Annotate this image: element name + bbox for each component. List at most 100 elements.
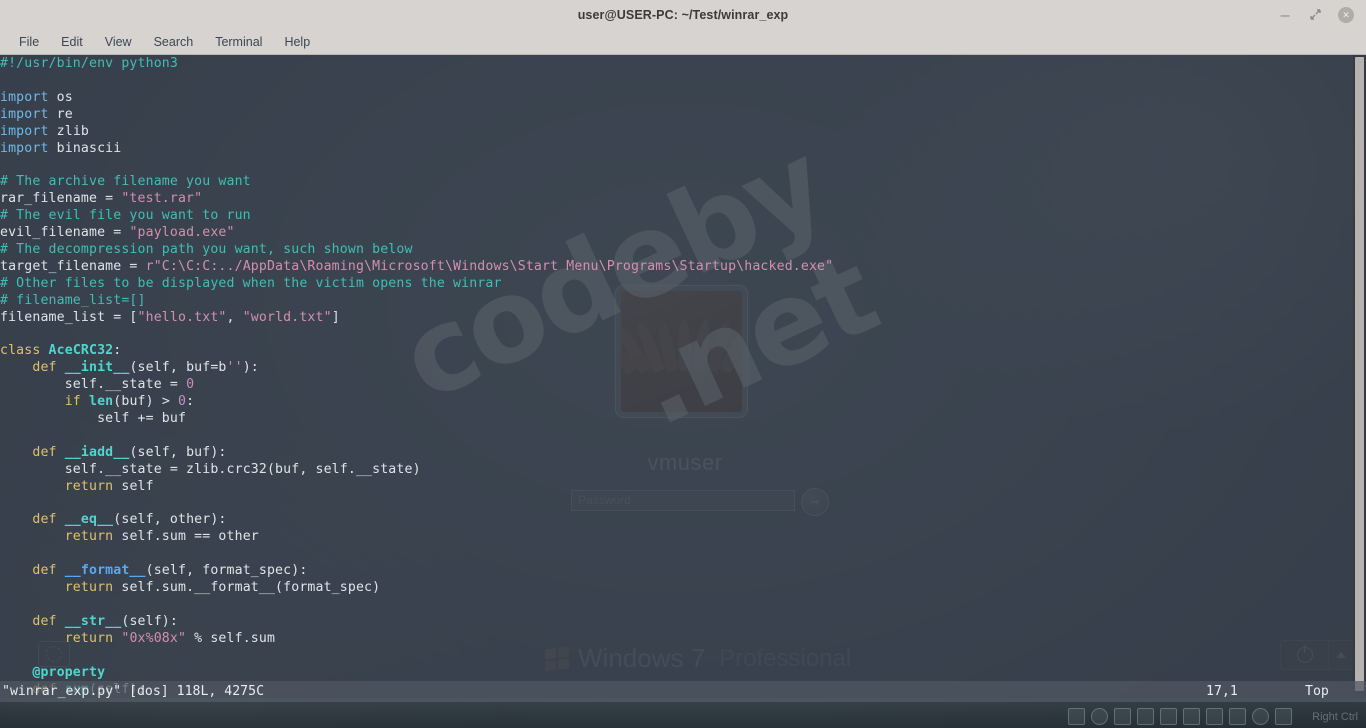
code-line: @property: [0, 665, 833, 682]
code-editor-content[interactable]: #!/usr/bin/env python3 import osimport r…: [0, 56, 833, 698]
menu-item-edit[interactable]: Edit: [50, 32, 94, 52]
code-token: self += buf: [97, 411, 186, 426]
code-token: __iadd__: [65, 445, 130, 460]
terminal-scrollbar[interactable]: [1353, 55, 1366, 698]
code-token: self.sum.__format__(format_spec): [121, 580, 380, 595]
code-token: 0: [178, 394, 186, 409]
code-token: __str__: [65, 614, 122, 629]
code-line: return self.sum == other: [0, 529, 833, 546]
code-token: "hello.txt": [138, 310, 227, 325]
code-token: (self, buf):: [129, 445, 226, 460]
code-line: [0, 546, 833, 563]
code-token: os: [49, 90, 73, 105]
window-title: user@USER-PC: ~/Test/winrar_exp: [578, 8, 789, 22]
code-line: def __iadd__(self, buf):: [0, 445, 833, 462]
code-token: if: [65, 394, 89, 409]
code-token: ]: [332, 310, 340, 325]
code-token: __format__: [65, 563, 146, 578]
tray-globe-icon[interactable]: [1252, 708, 1269, 725]
code-token: self.sum == other: [121, 529, 259, 544]
code-line: return "0x%08x" % self.sum: [0, 631, 833, 648]
tray-download-icon[interactable]: [1275, 708, 1292, 725]
code-token: def: [32, 445, 64, 460]
tray-copy-icon[interactable]: [1206, 708, 1223, 725]
code-line: target_filename = r"C:\C:C:../AppData\Ro…: [0, 259, 833, 276]
code-line: def __str__(self):: [0, 614, 833, 631]
tray-windows-icon[interactable]: [1137, 708, 1154, 725]
code-token: ,: [227, 310, 243, 325]
tray-network-icon[interactable]: [1114, 708, 1131, 725]
vim-status-line: "winrar_exp.py" [dos] 118L, 4275C 17,1 T…: [0, 681, 1366, 702]
code-token: r"C:\C:C:../AppData\Roaming\Microsoft\Wi…: [146, 259, 834, 274]
taskbar-hostkey-label: Right Ctrl: [1312, 711, 1358, 723]
code-token: self.__state = zlib.crc32(buf, self.__st…: [65, 462, 421, 477]
tray-usb-icon[interactable]: [1160, 708, 1177, 725]
code-token: class: [0, 343, 49, 358]
code-token: (self, other):: [113, 512, 226, 527]
system-tray[interactable]: [1068, 708, 1292, 725]
menubar[interactable]: File Edit View Search Terminal Help: [0, 29, 1366, 55]
code-token: filename_list = [: [0, 310, 138, 325]
status-filename: "winrar_exp.py" [dos] 118L, 4275C: [0, 684, 264, 699]
menu-item-file[interactable]: File: [8, 32, 50, 52]
code-line: import os: [0, 90, 833, 107]
code-token: return: [65, 529, 122, 544]
code-line: [0, 73, 833, 90]
code-line: import re: [0, 107, 833, 124]
close-icon[interactable]: ✕: [1338, 7, 1354, 23]
code-line: if len(buf) > 0:: [0, 394, 833, 411]
menu-item-search[interactable]: Search: [143, 32, 205, 52]
menu-item-terminal[interactable]: Terminal: [204, 32, 273, 52]
code-line: # The archive filename you want: [0, 174, 833, 191]
windows-taskbar[interactable]: Right Ctrl: [0, 702, 1366, 728]
code-token: import: [0, 141, 49, 156]
code-token: import: [0, 107, 49, 122]
code-token: __init__: [65, 360, 130, 375]
menu-item-help[interactable]: Help: [273, 32, 321, 52]
code-token: # The decompression path you want, such …: [0, 242, 413, 257]
menu-item-view[interactable]: View: [94, 32, 143, 52]
code-line: [0, 496, 833, 513]
code-token: % self.sum: [186, 631, 275, 646]
code-token: (self, format_spec):: [146, 563, 308, 578]
code-line: #!/usr/bin/env python3: [0, 56, 833, 73]
code-line: def __init__(self, buf=b''):: [0, 360, 833, 377]
code-token: def: [32, 614, 64, 629]
code-line: evil_filename = "payload.exe": [0, 225, 833, 242]
terminal-viewport[interactable]: #!/usr/bin/env python3 import osimport r…: [0, 55, 1366, 698]
tray-keyboard-icon[interactable]: [1183, 708, 1200, 725]
code-token: zlib: [49, 124, 89, 139]
minimize-icon[interactable]: —: [1278, 8, 1292, 22]
code-token: import: [0, 124, 49, 139]
maximize-icon[interactable]: [1308, 8, 1322, 22]
window-controls[interactable]: — ✕: [1278, 0, 1362, 29]
code-line: self.__state = zlib.crc32(buf, self.__st…: [0, 462, 833, 479]
code-token: binascii: [49, 141, 122, 156]
tray-chip-icon[interactable]: [1229, 708, 1246, 725]
code-line: filename_list = ["hello.txt", "world.txt…: [0, 310, 833, 327]
code-token: '': [227, 360, 243, 375]
code-line: [0, 428, 833, 445]
tray-display-icon[interactable]: [1068, 708, 1085, 725]
status-cursor-position: 17,1: [1206, 684, 1238, 699]
scrollbar-thumb[interactable]: [1355, 57, 1364, 691]
code-line: return self.sum.__format__(format_spec): [0, 580, 833, 597]
code-token: (self):: [121, 614, 178, 629]
code-token: rar_filename =: [0, 191, 121, 206]
code-token: # The archive filename you want: [0, 174, 251, 189]
window-titlebar[interactable]: user@USER-PC: ~/Test/winrar_exp — ✕: [0, 0, 1366, 30]
code-token: # Other files to be displayed when the v…: [0, 276, 502, 291]
code-line: rar_filename = "test.rar": [0, 191, 833, 208]
code-token: evil_filename =: [0, 225, 129, 240]
code-token: AceCRC32: [49, 343, 114, 358]
code-token: return: [65, 631, 122, 646]
code-token: "0x%08x": [121, 631, 186, 646]
code-token: # filename_list=[]: [0, 293, 146, 308]
code-line: # filename_list=[]: [0, 293, 833, 310]
code-line: def __format__(self, format_spec):: [0, 563, 833, 580]
code-line: [0, 157, 833, 174]
code-line: self.__state = 0: [0, 377, 833, 394]
tray-disc-icon[interactable]: [1091, 708, 1108, 725]
code-token: def: [32, 563, 64, 578]
code-token: return: [65, 479, 122, 494]
